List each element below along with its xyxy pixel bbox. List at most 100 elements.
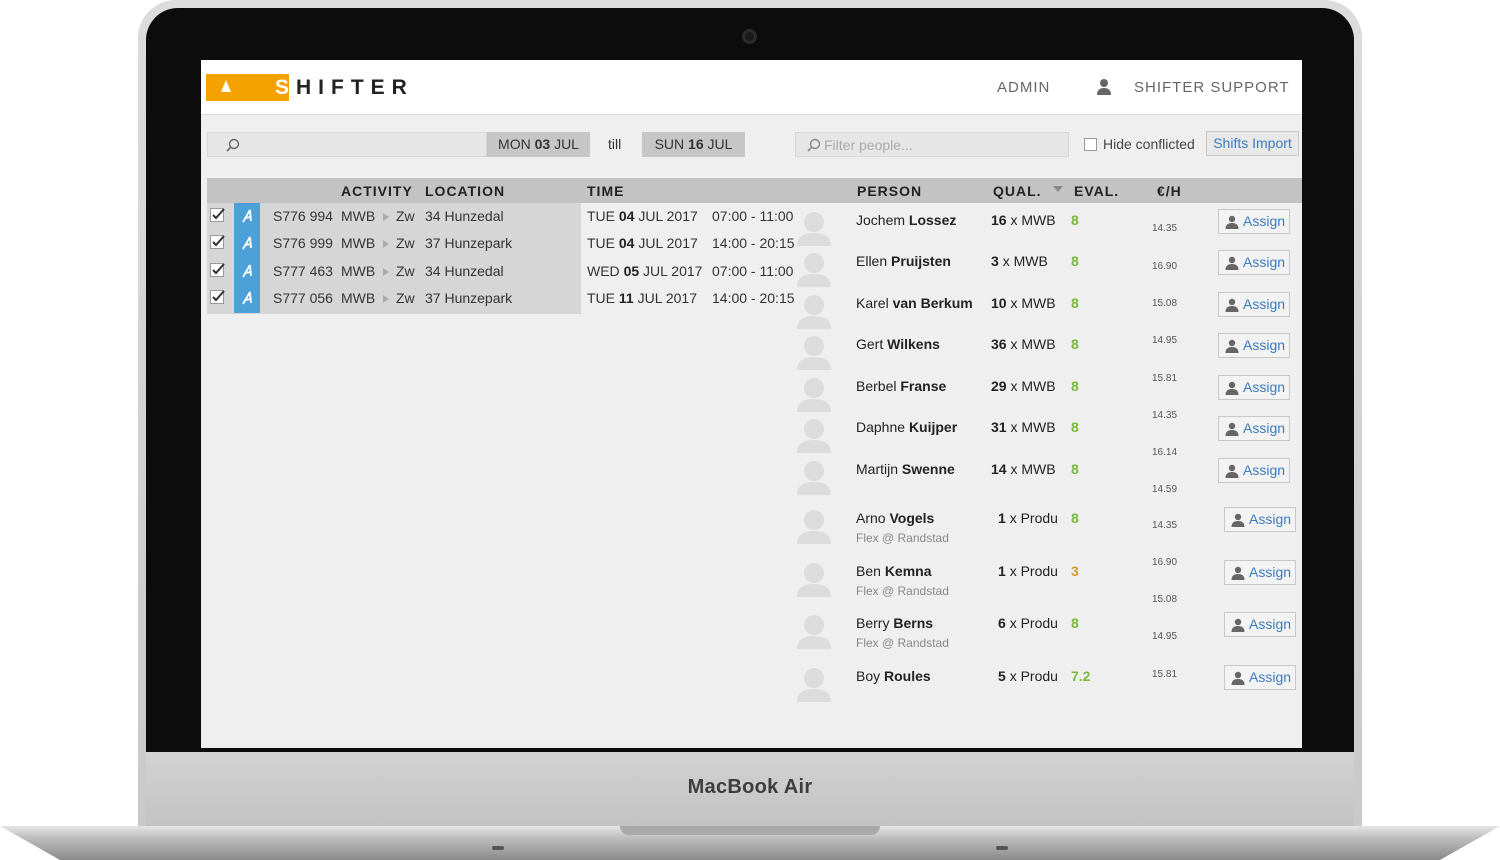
person-name[interactable]: Arno Vogels [856,510,934,526]
assign-button[interactable]: Assign [1218,250,1290,275]
person-qualification: 3 x MWB [991,253,1048,269]
person-evaluation: 8 [1071,419,1079,435]
user-icon [1225,215,1239,229]
shifts-import-button[interactable]: Shifts Import [1206,131,1299,156]
person-name[interactable]: Martijn Swenne [856,461,955,477]
assign-button[interactable]: Assign [1224,560,1296,585]
person-qualification: 10 x MWB [991,295,1056,311]
shift-row[interactable]: S777 463 MWB Zw 34 Hunzedal WED 05 JUL 2017 0… [207,258,794,286]
shift-id[interactable]: S777 056 [273,290,333,306]
assign-button[interactable]: Assign [1218,292,1290,317]
nav-shifter-support[interactable]: SHIFTER SUPPORT [1134,79,1290,96]
person-evaluation: 8 [1071,212,1079,228]
hourly-rate: 15.08 [1152,594,1178,605]
shift-id[interactable]: S777 463 [273,263,333,279]
shift-row[interactable]: S777 056 MWB Zw 37 Hunzepark TUE 11 JUL 2017… [207,285,795,313]
avatar [797,510,831,544]
user-icon [1225,422,1239,436]
user-icon [1225,339,1239,353]
person-qualification: 36 x MWB [991,336,1056,352]
checkmark-icon[interactable] [210,208,225,222]
checkmark-icon[interactable] [210,235,225,249]
header-location[interactable]: LOCATION [425,183,505,199]
shift-type-tag [234,285,260,313]
user-icon [1231,671,1245,685]
sort-down-icon[interactable] [1053,186,1063,192]
person-qualification: 14 x MWB [991,461,1056,477]
checkmark-icon[interactable] [210,263,225,277]
shift-id[interactable]: S776 994 [273,208,333,224]
shift-lane-icon [242,236,252,250]
person-name[interactable]: Karel van Berkum [856,295,973,311]
person-agency: Flex @ Randstad [856,584,949,598]
person-name[interactable]: Jochem Lossez [856,212,956,228]
shift-id[interactable]: S776 999 [273,235,333,251]
avatar [797,461,831,495]
shift-location: 34 Hunzedal [425,263,504,279]
person-evaluation: 8 [1071,336,1079,352]
avatar [797,378,831,412]
header-activity[interactable]: ACTIVITY [341,183,413,199]
person-qualification: 31 x MWB [991,419,1056,435]
date-from-button[interactable]: MON 03 JUL [487,132,590,157]
shift-date: TUE 04 JUL 2017 [587,235,698,251]
shift-type-tag [234,230,260,258]
header-time[interactable]: TIME [587,183,624,199]
avatar [797,212,831,246]
assign-button[interactable]: Assign [1218,209,1290,234]
hourly-rate: 16.90 [1152,557,1178,568]
person-evaluation: 3 [1071,563,1079,579]
table-header: ACTIVITY LOCATION TIME PERSON QUAL. EVAL… [207,178,1302,203]
person-evaluation: 8 [1071,510,1079,526]
header-person[interactable]: PERSON [857,183,922,199]
nav-admin[interactable]: ADMIN [997,79,1050,96]
avatar [797,563,831,597]
shift-activity: MWB [341,235,376,251]
person-agency: Flex @ Randstad [856,636,949,650]
shift-time: 14:00 - 20:15 [712,290,795,306]
shift-row[interactable]: S776 999 MWB Zw 37 Hunzepark TUE 04 JUL 2017… [207,230,795,258]
till-label: till [608,136,622,152]
header-eval[interactable]: EVAL. [1074,183,1119,199]
person-name[interactable]: Berry Berns [856,615,933,631]
hourly-rate: 14.95 [1152,335,1178,346]
user-icon [1225,256,1239,270]
person-name[interactable]: Ellen Pruijsten [856,253,951,269]
top-bar: SHIFTER ADMIN SHIFTER SUPPORT [201,60,1302,115]
header-rate[interactable]: €/H [1157,183,1182,199]
person-evaluation: 8 [1071,461,1079,477]
hourly-rate: 14.35 [1152,410,1178,421]
user-icon [1225,464,1239,478]
assign-button[interactable]: Assign [1218,333,1290,358]
date-to-button[interactable]: SUN 16 JUL [642,132,745,157]
user-icon[interactable] [1096,78,1112,96]
search-input[interactable] [207,132,487,157]
shift-row[interactable]: S776 994 MWB Zw 34 Hunzedal TUE 04 JUL 2017 0… [207,203,793,231]
assign-button[interactable]: Assign [1224,612,1296,637]
filter-people-input[interactable] [824,136,1054,154]
laptop-notch [620,826,880,835]
shift-lane-icon [242,291,252,305]
filter-people-field[interactable] [795,132,1069,157]
header-qual[interactable]: QUAL. [993,183,1042,199]
shift-type-tag [234,258,260,286]
hide-conflicted-checkbox[interactable] [1084,138,1097,151]
assign-button[interactable]: Assign [1218,458,1290,483]
assign-button[interactable]: Assign [1224,507,1296,532]
assign-button[interactable]: Assign [1218,416,1290,441]
person-name[interactable]: Berbel Franse [856,378,946,394]
laptop-foot [996,846,1008,850]
assign-button[interactable]: Assign [1218,375,1290,400]
person-name[interactable]: Boy Roules [856,668,931,684]
person-name[interactable]: Gert Wilkens [856,336,940,352]
assign-button[interactable]: Assign [1224,665,1296,690]
person-name[interactable]: Daphne Kuijper [856,419,957,435]
person-name[interactable]: Ben Kemna [856,563,932,579]
shift-type-tag [234,203,260,231]
avatar [797,615,831,649]
hourly-rate: 14.95 [1152,631,1178,642]
hourly-rate: 14.35 [1152,223,1178,234]
checkmark-icon[interactable] [210,290,225,304]
avatar [797,668,831,702]
shift-time: 07:00 - 11:00 [712,263,794,279]
